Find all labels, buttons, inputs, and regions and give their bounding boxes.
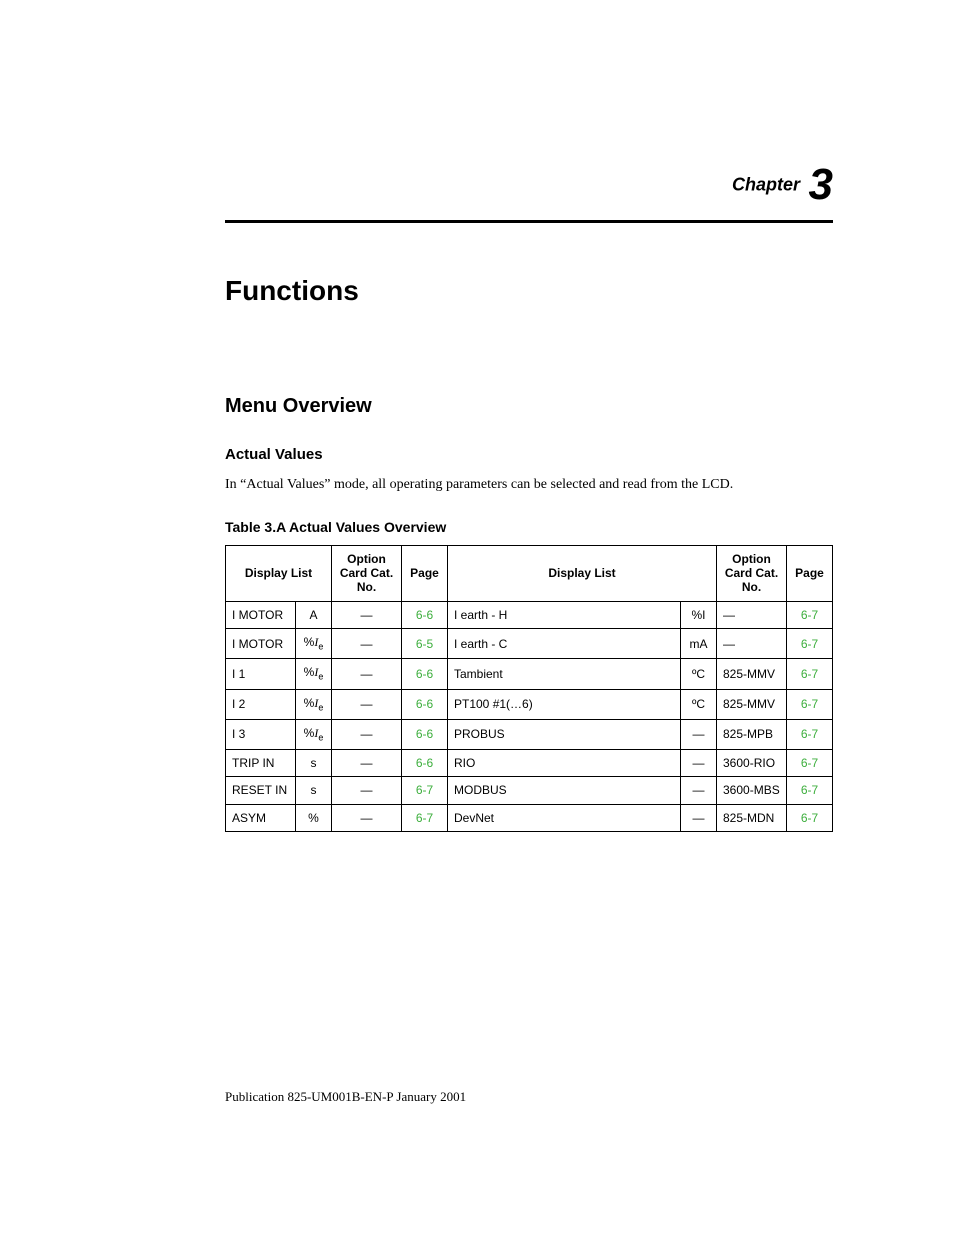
cell-name: Tambient xyxy=(448,659,681,689)
cell-opt: 3600-RIO xyxy=(717,749,787,776)
cell-unit: % xyxy=(296,804,332,831)
cell-page-link[interactable]: 6-7 xyxy=(787,719,833,749)
cell-name: RESET IN xyxy=(226,777,296,804)
cell-name: RIO xyxy=(448,749,681,776)
cell-unit: s xyxy=(296,777,332,804)
table-row: I MOTORA—6-6I earth - H%I—6-7 xyxy=(226,601,833,628)
chapter-label: Chapter xyxy=(732,175,800,195)
cell-unit: ºC xyxy=(681,689,717,719)
cell-opt: — xyxy=(332,719,402,749)
cell-name: PROBUS xyxy=(448,719,681,749)
subsection-heading: Actual Values xyxy=(225,446,833,463)
actual-values-table: Display List Option Card Cat. No. Page D… xyxy=(225,545,833,832)
table-row: I 1%Ie—6-6TambientºC825-MMV6-7 xyxy=(226,659,833,689)
cell-page-link[interactable]: 6-7 xyxy=(787,629,833,659)
table-row: TRIP INs—6-6RIO—3600-RIO6-7 xyxy=(226,749,833,776)
col-page-left: Page xyxy=(402,545,448,601)
cell-opt: — xyxy=(332,749,402,776)
cell-page-link[interactable]: 6-7 xyxy=(787,777,833,804)
cell-name: ASYM xyxy=(226,804,296,831)
cell-name: DevNet xyxy=(448,804,681,831)
col-option-card-right: Option Card Cat. No. xyxy=(717,545,787,601)
cell-name: TRIP IN xyxy=(226,749,296,776)
cell-page-link[interactable]: 6-5 xyxy=(402,629,448,659)
intro-text: In “Actual Values” mode, all operating p… xyxy=(225,475,833,495)
cell-unit: A xyxy=(296,601,332,628)
cell-opt: — xyxy=(332,659,402,689)
table-row: I 2%Ie—6-6PT100 #1(…6)ºC825-MMV6-7 xyxy=(226,689,833,719)
cell-page-link[interactable]: 6-6 xyxy=(402,659,448,689)
chapter-number: 3 xyxy=(809,160,833,209)
cell-name: PT100 #1(…6) xyxy=(448,689,681,719)
cell-unit: %Ie xyxy=(296,719,332,749)
cell-page-link[interactable]: 6-7 xyxy=(402,804,448,831)
col-page-right: Page xyxy=(787,545,833,601)
cell-unit: — xyxy=(681,804,717,831)
cell-page-link[interactable]: 6-6 xyxy=(402,749,448,776)
table-row: I MOTOR%Ie—6-5I earth - CmA—6-7 xyxy=(226,629,833,659)
col-display-list-right: Display List xyxy=(448,545,717,601)
cell-opt: 825-MPB xyxy=(717,719,787,749)
cell-name: I 1 xyxy=(226,659,296,689)
cell-name: I earth - C xyxy=(448,629,681,659)
section-heading: Menu Overview xyxy=(225,395,833,418)
cell-opt: — xyxy=(717,629,787,659)
cell-opt: — xyxy=(332,601,402,628)
cell-page-link[interactable]: 6-7 xyxy=(787,659,833,689)
publication-footer: Publication 825-UM001B-EN-P January 2001 xyxy=(225,1089,466,1105)
cell-name: I MOTOR xyxy=(226,629,296,659)
cell-opt: 825-MMV xyxy=(717,659,787,689)
cell-opt: 3600-MBS xyxy=(717,777,787,804)
cell-unit: %Ie xyxy=(296,659,332,689)
cell-opt: 825-MDN xyxy=(717,804,787,831)
cell-unit: mA xyxy=(681,629,717,659)
table-row: ASYM%—6-7DevNet—825-MDN6-7 xyxy=(226,804,833,831)
table-caption: Table 3.A Actual Values Overview xyxy=(225,519,833,535)
cell-page-link[interactable]: 6-7 xyxy=(787,749,833,776)
cell-unit: %Ie xyxy=(296,629,332,659)
table-row: RESET INs—6-7MODBUS—3600-MBS6-7 xyxy=(226,777,833,804)
cell-page-link[interactable]: 6-6 xyxy=(402,689,448,719)
cell-unit: %Ie xyxy=(296,689,332,719)
cell-unit: — xyxy=(681,719,717,749)
cell-page-link[interactable]: 6-6 xyxy=(402,601,448,628)
cell-page-link[interactable]: 6-7 xyxy=(787,689,833,719)
cell-unit: ºC xyxy=(681,659,717,689)
cell-opt: — xyxy=(332,629,402,659)
cell-name: I 3 xyxy=(226,719,296,749)
cell-unit: — xyxy=(681,777,717,804)
cell-name: I MOTOR xyxy=(226,601,296,628)
col-option-card-left: Option Card Cat. No. xyxy=(332,545,402,601)
cell-unit: s xyxy=(296,749,332,776)
cell-opt: — xyxy=(332,777,402,804)
cell-name: I 2 xyxy=(226,689,296,719)
cell-opt: 825-MMV xyxy=(717,689,787,719)
cell-page-link[interactable]: 6-7 xyxy=(787,804,833,831)
table-row: I 3%Ie—6-6PROBUS—825-MPB6-7 xyxy=(226,719,833,749)
cell-page-link[interactable]: 6-7 xyxy=(402,777,448,804)
chapter-header: Chapter 3 xyxy=(225,160,833,210)
cell-name: I earth - H xyxy=(448,601,681,628)
page-title: Functions xyxy=(225,275,833,307)
cell-page-link[interactable]: 6-7 xyxy=(787,601,833,628)
cell-unit: — xyxy=(681,749,717,776)
cell-opt: — xyxy=(717,601,787,628)
cell-page-link[interactable]: 6-6 xyxy=(402,719,448,749)
cell-name: MODBUS xyxy=(448,777,681,804)
cell-unit: %I xyxy=(681,601,717,628)
cell-opt: — xyxy=(332,689,402,719)
divider xyxy=(225,220,833,223)
col-display-list-left: Display List xyxy=(226,545,332,601)
cell-opt: — xyxy=(332,804,402,831)
